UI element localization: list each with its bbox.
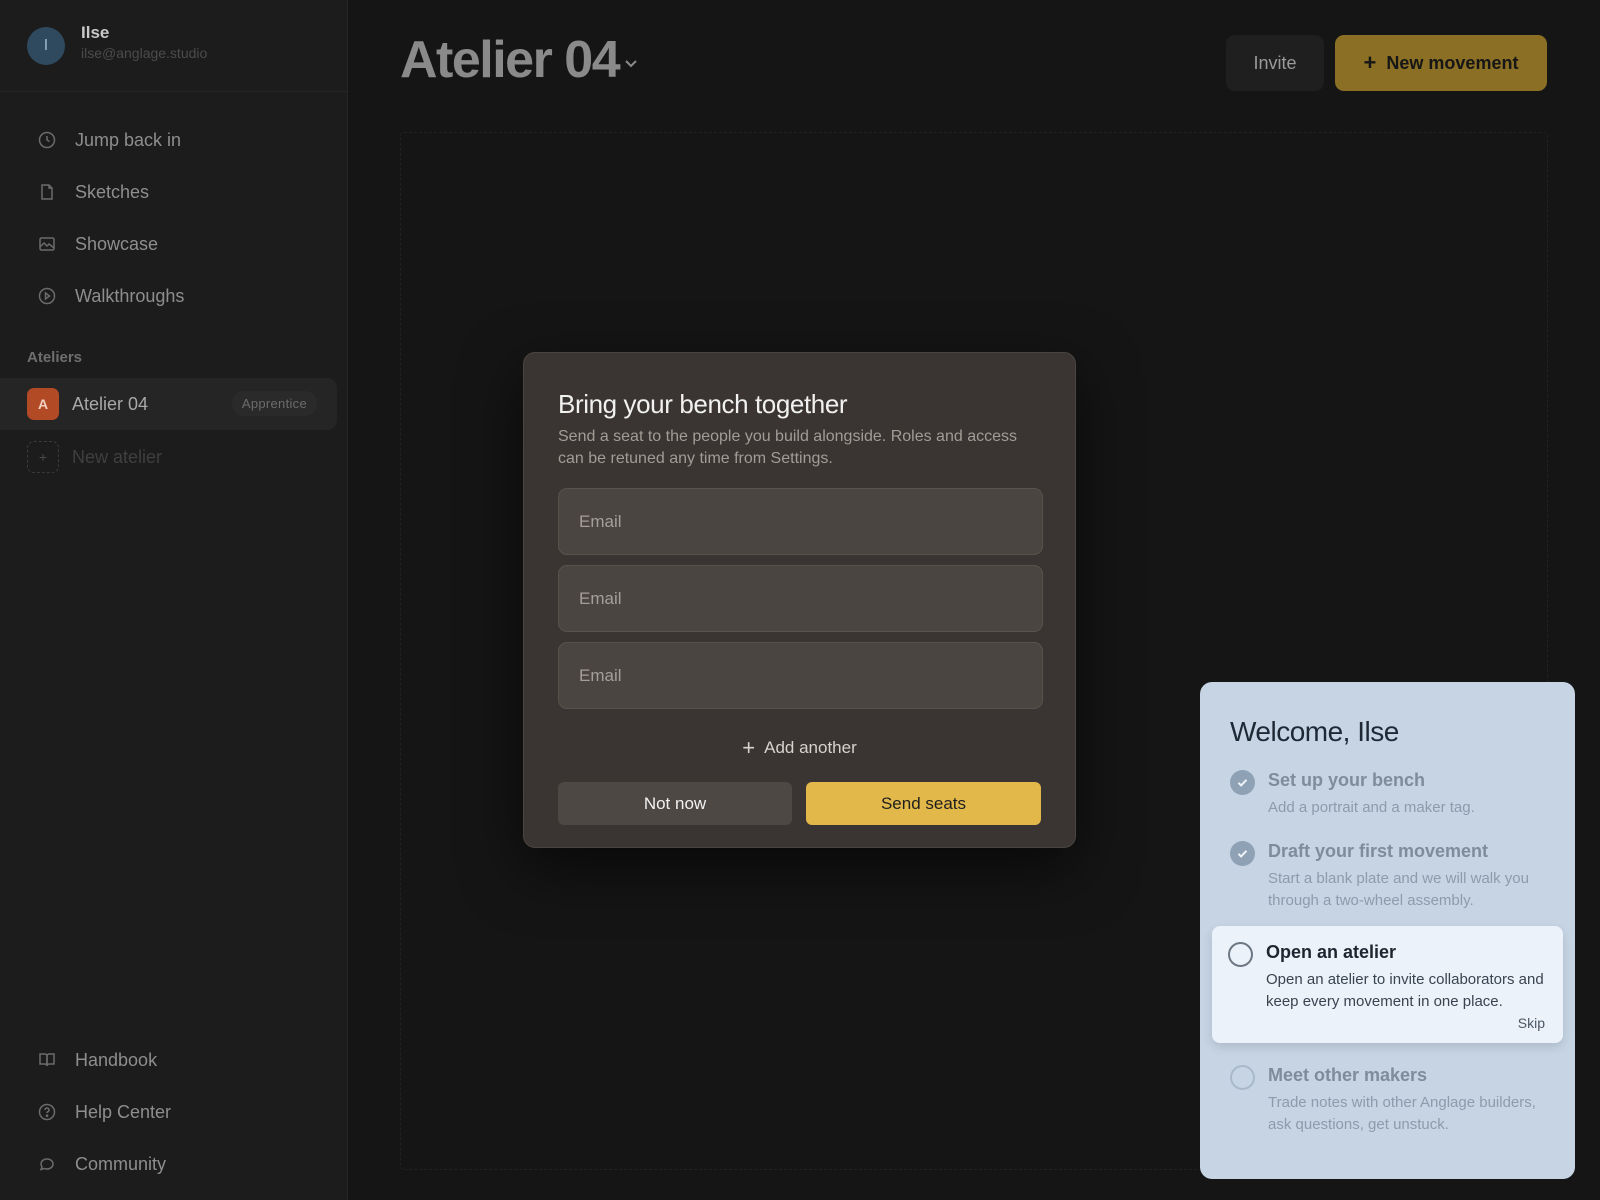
email-inputs: [558, 488, 1043, 709]
new-atelier-button[interactable]: + New atelier: [0, 430, 347, 484]
user-text: Ilse ilse@anglage.studio: [81, 23, 207, 61]
email-field-1[interactable]: [558, 488, 1043, 555]
nav-label: Help Center: [75, 1101, 172, 1122]
step-desc: Add a portrait and a maker tag.: [1268, 799, 1475, 816]
modal-title: Bring your bench together: [558, 389, 848, 419]
step-title: Open an atelier: [1266, 942, 1397, 962]
user-email: ilse@anglage.studio: [81, 44, 208, 61]
checklist-step-done[interactable]: Draft your first movement Start a blank …: [1200, 841, 1575, 912]
atelier-badge: A: [27, 388, 59, 420]
nav-label: Jump back in: [75, 129, 182, 150]
step-desc: Trade notes with other Anglage builders,…: [1268, 1094, 1536, 1133]
skip-link[interactable]: Skip: [1266, 1015, 1545, 1031]
user-profile[interactable]: I Ilse ilse@anglage.studio: [0, 0, 347, 92]
help-icon: [38, 1103, 56, 1121]
send-seats-button[interactable]: Send seats: [806, 782, 1041, 825]
nav-label: Showcase: [75, 233, 159, 254]
check-icon: [1230, 841, 1255, 866]
chat-icon: [38, 1155, 56, 1173]
nav-label: Sketches: [75, 181, 150, 202]
primary-nav: Jump back in Sketches Showcase Walkthrou…: [0, 92, 347, 322]
role-badge: Apprentice: [231, 391, 317, 416]
sidebar: I Ilse ilse@anglage.studio Jump back in …: [0, 0, 348, 1200]
new-movement-label: New movement: [1386, 52, 1519, 73]
step-desc: Open an atelier to invite collaborators …: [1266, 971, 1544, 1010]
nav-item-walkthroughs[interactable]: Walkthroughs: [0, 270, 347, 322]
section-label-ateliers: Ateliers: [27, 349, 83, 366]
step-desc: Start a blank plate and we will walk you…: [1268, 870, 1529, 909]
checklist-step-todo[interactable]: Meet other makers Trade notes with other…: [1200, 1065, 1575, 1136]
chevron-down-icon[interactable]: [620, 52, 642, 74]
nav-item-showcase[interactable]: Showcase: [0, 218, 347, 270]
plus-icon: +: [742, 735, 756, 760]
atelier-name: Atelier 04: [72, 393, 149, 414]
app-root: I Ilse ilse@anglage.studio Jump back in …: [0, 0, 1600, 1200]
nav-item-community[interactable]: Community: [0, 1138, 347, 1190]
add-another-label: Add another: [764, 738, 857, 757]
nav-item-handbook[interactable]: Handbook: [0, 1034, 347, 1086]
clock-icon: [38, 131, 56, 149]
new-atelier-label: New atelier: [72, 446, 163, 467]
secondary-nav: Handbook Help Center Community: [0, 1034, 347, 1190]
not-now-button[interactable]: Not now: [558, 782, 792, 825]
modal-actions: Not now Send seats: [558, 782, 1041, 825]
play-icon: [38, 287, 56, 305]
checklist-step-active[interactable]: Open an atelier Open an atelier to invit…: [1212, 926, 1563, 1043]
invite-modal: Bring your bench together Send a seat to…: [523, 352, 1076, 848]
new-movement-button[interactable]: + New movement: [1335, 35, 1547, 91]
step-title: Set up your bench: [1268, 770, 1426, 790]
checklist-step-done[interactable]: Set up your bench Add a portrait and a m…: [1200, 770, 1575, 819]
file-icon: [38, 183, 56, 201]
nav-item-help-center[interactable]: Help Center: [0, 1086, 347, 1138]
modal-subtitle: Send a seat to the people you build alon…: [558, 428, 1017, 467]
email-field-3[interactable]: [558, 642, 1043, 709]
empty-circle-icon: [1228, 942, 1253, 967]
image-icon: [38, 235, 56, 253]
nav-label: Walkthroughs: [75, 285, 185, 306]
welcome-checklist: Welcome, Ilse Set up your bench Add a po…: [1200, 682, 1575, 1179]
book-icon: [38, 1051, 56, 1069]
step-title: Meet other makers: [1268, 1065, 1428, 1085]
plus-icon: +: [1363, 50, 1377, 75]
email-field-2[interactable]: [558, 565, 1043, 632]
invite-button[interactable]: Invite: [1226, 35, 1324, 91]
step-title: Draft your first movement: [1268, 841, 1489, 861]
nav-label: Community: [75, 1153, 167, 1174]
nav-item-sketches[interactable]: Sketches: [0, 166, 347, 218]
add-another-button[interactable]: + Add another: [558, 735, 1041, 761]
check-icon: [1230, 770, 1255, 795]
user-name: Ilse: [81, 22, 110, 42]
nav-label: Handbook: [75, 1049, 158, 1070]
empty-circle-icon: [1230, 1065, 1255, 1090]
welcome-title: Welcome, Ilse: [1230, 716, 1399, 747]
page-title[interactable]: Atelier 04: [400, 30, 621, 90]
avatar: I: [27, 26, 65, 65]
nav-item-jump-back-in[interactable]: Jump back in: [0, 114, 347, 166]
atelier-item[interactable]: A Atelier 04 Apprentice: [0, 378, 337, 430]
plus-icon: +: [27, 441, 59, 473]
